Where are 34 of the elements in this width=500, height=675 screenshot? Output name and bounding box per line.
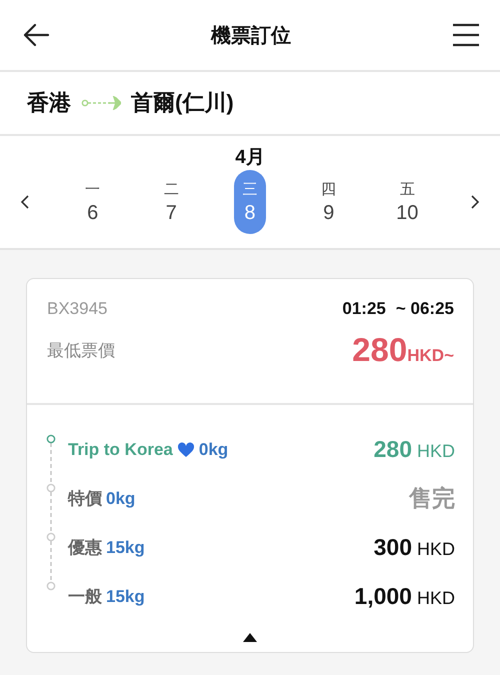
previous-icon[interactable] [20,194,30,210]
baggage-allowance: 15kg [106,586,145,606]
origin-city: 香港 [27,89,71,117]
menu-icon[interactable] [452,23,480,47]
currency-label: HKD [416,441,455,462]
next-icon[interactable] [470,194,480,210]
fare-price: 1,000 [354,583,412,610]
baggage-allowance: 0kg [198,440,228,460]
fare-price: 280 [374,436,412,463]
date-tab[interactable]: 五 10 [391,170,424,234]
fare-name: 一般 [68,586,102,608]
date-tab[interactable]: 二 7 [155,170,188,234]
lowest-fare-price: 280 [352,331,408,369]
route-arrow-icon [81,96,121,110]
month-label: 4月 [234,146,266,170]
baggage-allowance: 0kg [106,488,136,508]
date-tab[interactable]: 四 9 [312,170,345,234]
baggage-allowance: 15kg [106,538,145,558]
currency-label: HKD~ [407,346,454,366]
flight-number: BX3945 [47,299,108,319]
lowest-fare-label: 最低票價 [47,340,115,362]
departure-time: 01:25 [342,299,386,319]
currency-label: HKD [416,588,455,609]
sold-out-label: 售完 [409,484,455,513]
fare-price: 300 [374,534,412,561]
fare-name: Trip to Korea [68,440,173,460]
destination-city: 首爾(仁川) [131,89,234,117]
page-title: 機票訂位 [211,24,291,48]
back-icon[interactable] [22,23,50,47]
date-tab[interactable]: 一 6 [76,170,109,234]
currency-label: HKD [416,539,455,560]
fare-name: 優惠 [68,537,102,559]
arrival-time: ~ 06:25 [396,299,454,319]
fare-name: 特價 [68,488,102,510]
